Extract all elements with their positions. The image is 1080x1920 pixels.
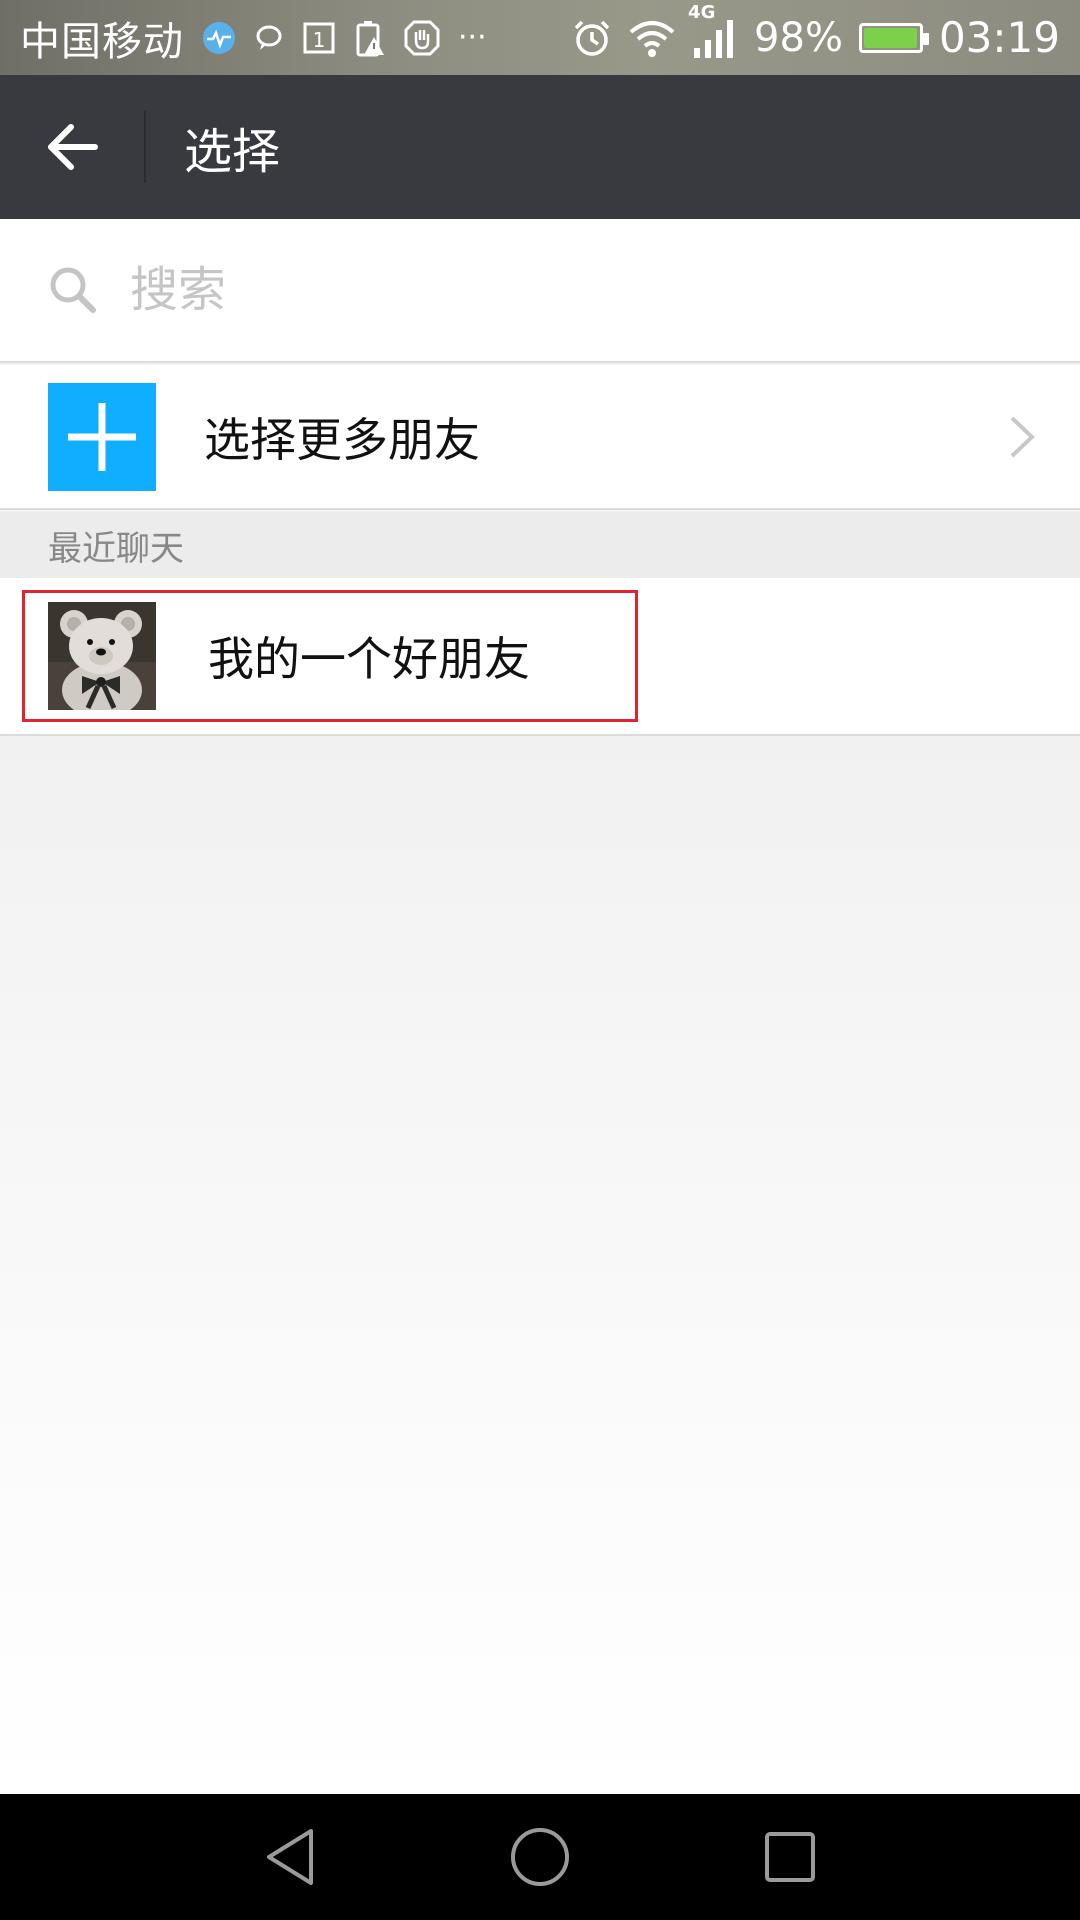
nav-home-button[interactable] — [500, 1817, 580, 1897]
recent-chats-header: 最近聊天 — [0, 512, 1080, 578]
chat-bubble-icon — [254, 23, 284, 53]
back-button[interactable] — [0, 75, 144, 219]
select-more-friends-row[interactable]: 选择更多朋友 — [0, 365, 1080, 510]
empty-area — [0, 736, 1080, 1794]
plus-icon — [48, 382, 156, 491]
search-bar — [0, 219, 1080, 363]
nav-recents-button[interactable] — [750, 1817, 830, 1897]
signal-icon: 4G — [688, 2, 738, 60]
search-input[interactable] — [128, 261, 928, 319]
battery-alert-icon — [354, 19, 386, 57]
back-triangle-icon — [267, 1829, 313, 1885]
select-more-friends-label: 选择更多朋友 — [204, 412, 480, 467]
system-nav-bar — [0, 1794, 1080, 1920]
health-icon — [202, 21, 236, 55]
battery-icon — [858, 22, 929, 53]
home-circle-icon — [511, 1828, 569, 1886]
contact-name: 我的一个好朋友 — [208, 632, 530, 686]
arrow-left-icon — [48, 124, 98, 170]
header-divider — [144, 111, 146, 183]
list-item[interactable]: 我的一个好朋友 — [0, 578, 1080, 736]
hand-icon — [404, 20, 440, 56]
carrier-name: 中国移动 — [20, 18, 184, 65]
nav-back-button[interactable] — [250, 1817, 330, 1897]
battery-percent: 98% — [754, 14, 843, 61]
calendar-day: 1 — [313, 28, 326, 52]
recent-chats-title: 最近聊天 — [48, 528, 184, 569]
battery-fill — [863, 27, 917, 48]
wifi-icon — [628, 18, 676, 58]
chevron-right-icon — [1008, 414, 1036, 460]
alarm-icon — [572, 18, 612, 58]
clock: 03:19 — [938, 13, 1060, 62]
status-bar-left: 中国移动 1 ··· — [20, 9, 487, 67]
status-bar: 中国移动 1 ··· 4G 98% 03:19 — [0, 0, 1080, 75]
status-bar-right: 4G 98% 03:19 — [572, 2, 1060, 62]
app-header: 选择 — [0, 75, 1080, 219]
more-dots-icon: ··· — [458, 20, 487, 55]
page-title: 选择 — [184, 124, 281, 180]
recents-square-icon — [765, 1832, 815, 1882]
teddy-bear-avatar — [48, 602, 156, 710]
network-type: 4G — [688, 1, 716, 23]
calendar-icon: 1 — [302, 21, 336, 55]
search-icon — [50, 267, 96, 313]
